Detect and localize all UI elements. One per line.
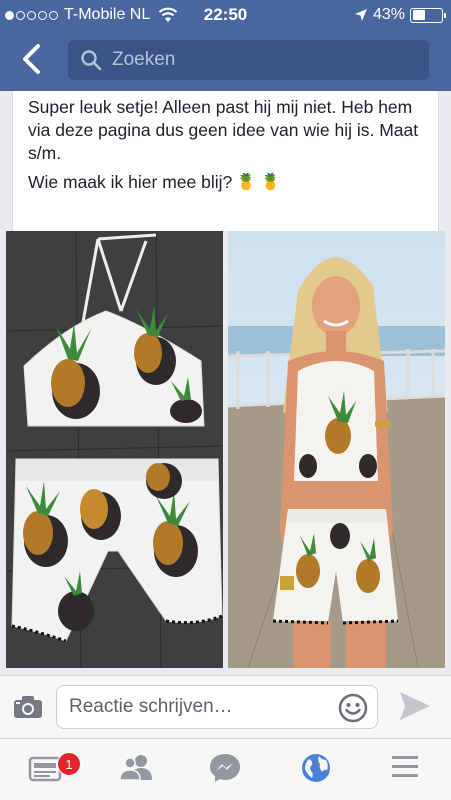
photo-flatlay[interactable] — [6, 231, 223, 668]
comment-placeholder: Reactie schrijven… — [69, 696, 233, 717]
search-bar[interactable]: Zoeken — [68, 40, 429, 80]
post-body: Super leuk setje! Alleen past hij mij ni… — [28, 97, 419, 163]
friends-icon[interactable] — [118, 752, 154, 782]
photo-model[interactable] — [228, 231, 445, 668]
smiley-icon[interactable] — [338, 693, 368, 723]
pineapple-emoji: 🍍 🍍 — [236, 174, 281, 191]
menu-icon[interactable] — [390, 752, 420, 780]
send-icon[interactable] — [398, 690, 432, 722]
post-text: Super leuk setje! Alleen past hij mij ni… — [28, 96, 428, 194]
search-placeholder: Zoeken — [112, 49, 176, 70]
post-question: Wie maak ik hier mee blij? — [28, 172, 233, 192]
battery-percent: 43% — [372, 6, 405, 23]
battery-icon — [410, 7, 446, 23]
location-arrow-icon — [354, 9, 367, 21]
comment-input[interactable]: Reactie schrijven… — [56, 685, 378, 729]
globe-icon[interactable] — [300, 752, 332, 784]
camera-icon[interactable] — [13, 695, 43, 719]
status-bar: T-Mobile NL 22:50 43% — [0, 0, 451, 30]
notification-badge: 1 — [57, 752, 81, 776]
chevron-left-icon[interactable] — [18, 43, 46, 75]
search-icon — [81, 50, 102, 71]
messenger-icon[interactable] — [208, 752, 242, 784]
